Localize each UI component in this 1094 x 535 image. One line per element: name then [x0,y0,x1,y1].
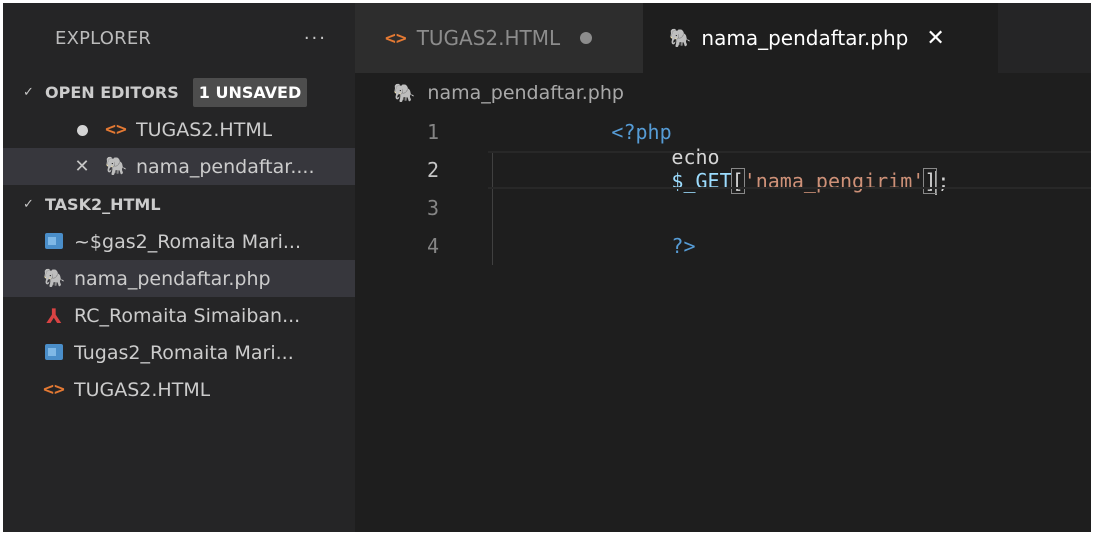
vscode-window: EXPLORER ··· ✓ OPEN EDITORS 1 UNSAVED <>… [3,3,1091,532]
code-line[interactable]: 4 ?> [355,227,1091,265]
code-line[interactable]: 3 [355,189,1091,227]
html-file-icon: <> [105,119,127,140]
close-tab-icon[interactable]: ✕ [926,26,944,51]
php-file-icon: 🐘 [105,156,128,177]
more-actions-button[interactable]: ··· [304,28,327,49]
editor-area: <> TUGAS2.HTML 🐘 nama_pendaftar.php ✕ 🐘 … [355,3,1091,532]
line-number: 2 [426,158,439,182]
tab-bar: <> TUGAS2.HTML 🐘 nama_pendaftar.php ✕ [355,3,1091,73]
explorer-sidebar: EXPLORER ··· ✓ OPEN EDITORS 1 UNSAVED <>… [3,3,355,532]
file-item-tugas2-word[interactable]: Tugas2_Romaita Mari... [3,334,355,371]
unsaved-dot-icon[interactable] [580,32,593,44]
php-file-icon: 🐘 [43,268,66,289]
explorer-header: EXPLORER ··· [3,3,355,73]
code-line-current[interactable]: 2 echo $_GET['nama_pengirim']; [355,145,1091,195]
breadcrumb: 🐘 nama_pendaftar.php [355,73,1091,113]
close-icon[interactable]: ✕ [71,156,93,177]
file-label: Tugas2_Romaita Mari... [74,341,294,364]
line-number: 4 [426,234,439,258]
pdf-file-icon: ⅄ [46,303,62,328]
tab-label: nama_pendaftar.php [701,26,909,50]
open-editors-header[interactable]: ✓ OPEN EDITORS 1 UNSAVED [3,73,355,111]
chevron-down-icon: ✓ [23,84,34,100]
file-item-tugas2-html[interactable]: <> TUGAS2.HTML [3,371,355,408]
file-label: nama_pendaftar.php [74,267,271,290]
unsaved-badge: 1 UNSAVED [192,77,308,107]
word-file-icon [43,342,65,364]
open-editor-label: nama_pendaftar.... [136,155,315,178]
unsaved-dot-icon[interactable] [71,119,93,141]
file-label: TUGAS2.HTML [74,378,211,401]
php-file-icon: 🐘 [393,82,416,104]
word-file-icon [43,231,65,253]
file-item-nama-pendaftar[interactable]: 🐘 nama_pendaftar.php [3,260,355,297]
line-number: 3 [426,196,439,220]
open-editors-label: OPEN EDITORS [45,82,179,102]
echo-keyword: echo [671,145,720,170]
open-editor-item-nama-pendaftar[interactable]: ✕ 🐘 nama_pendaftar.... [3,148,355,185]
tab-tugas2-html[interactable]: <> TUGAS2.HTML [355,3,643,73]
open-editor-item-tugas2[interactable]: <> TUGAS2.HTML [3,111,355,148]
tab-label: TUGAS2.HTML [416,26,561,50]
file-item-rc-pdf[interactable]: ⅄ RC_Romaita Simaiban... [3,297,355,334]
tab-nama-pendaftar[interactable]: 🐘 nama_pendaftar.php ✕ [643,3,998,73]
php-file-icon: 🐘 [669,27,692,49]
file-item-word-temp[interactable]: ~$gas2_Romaita Mari... [3,223,355,260]
chevron-down-icon: ✓ [23,196,34,212]
open-editor-label: TUGAS2.HTML [136,118,273,141]
file-label: RC_Romaita Simaiban... [74,304,301,327]
html-file-icon: <> [43,379,65,400]
folder-header[interactable]: ✓ TASK2_HTML [3,185,355,223]
html-file-icon: <> [385,27,407,49]
php-close-tag: ?> [671,234,696,258]
folder-label: TASK2_HTML [45,194,161,214]
line-number: 1 [426,120,439,144]
file-label: ~$gas2_Romaita Mari... [74,230,301,253]
explorer-title: EXPLORER [55,27,152,49]
code-editor[interactable]: 1 <?php 2 echo $_GET['nama_pengirim']; 3… [355,113,1091,265]
